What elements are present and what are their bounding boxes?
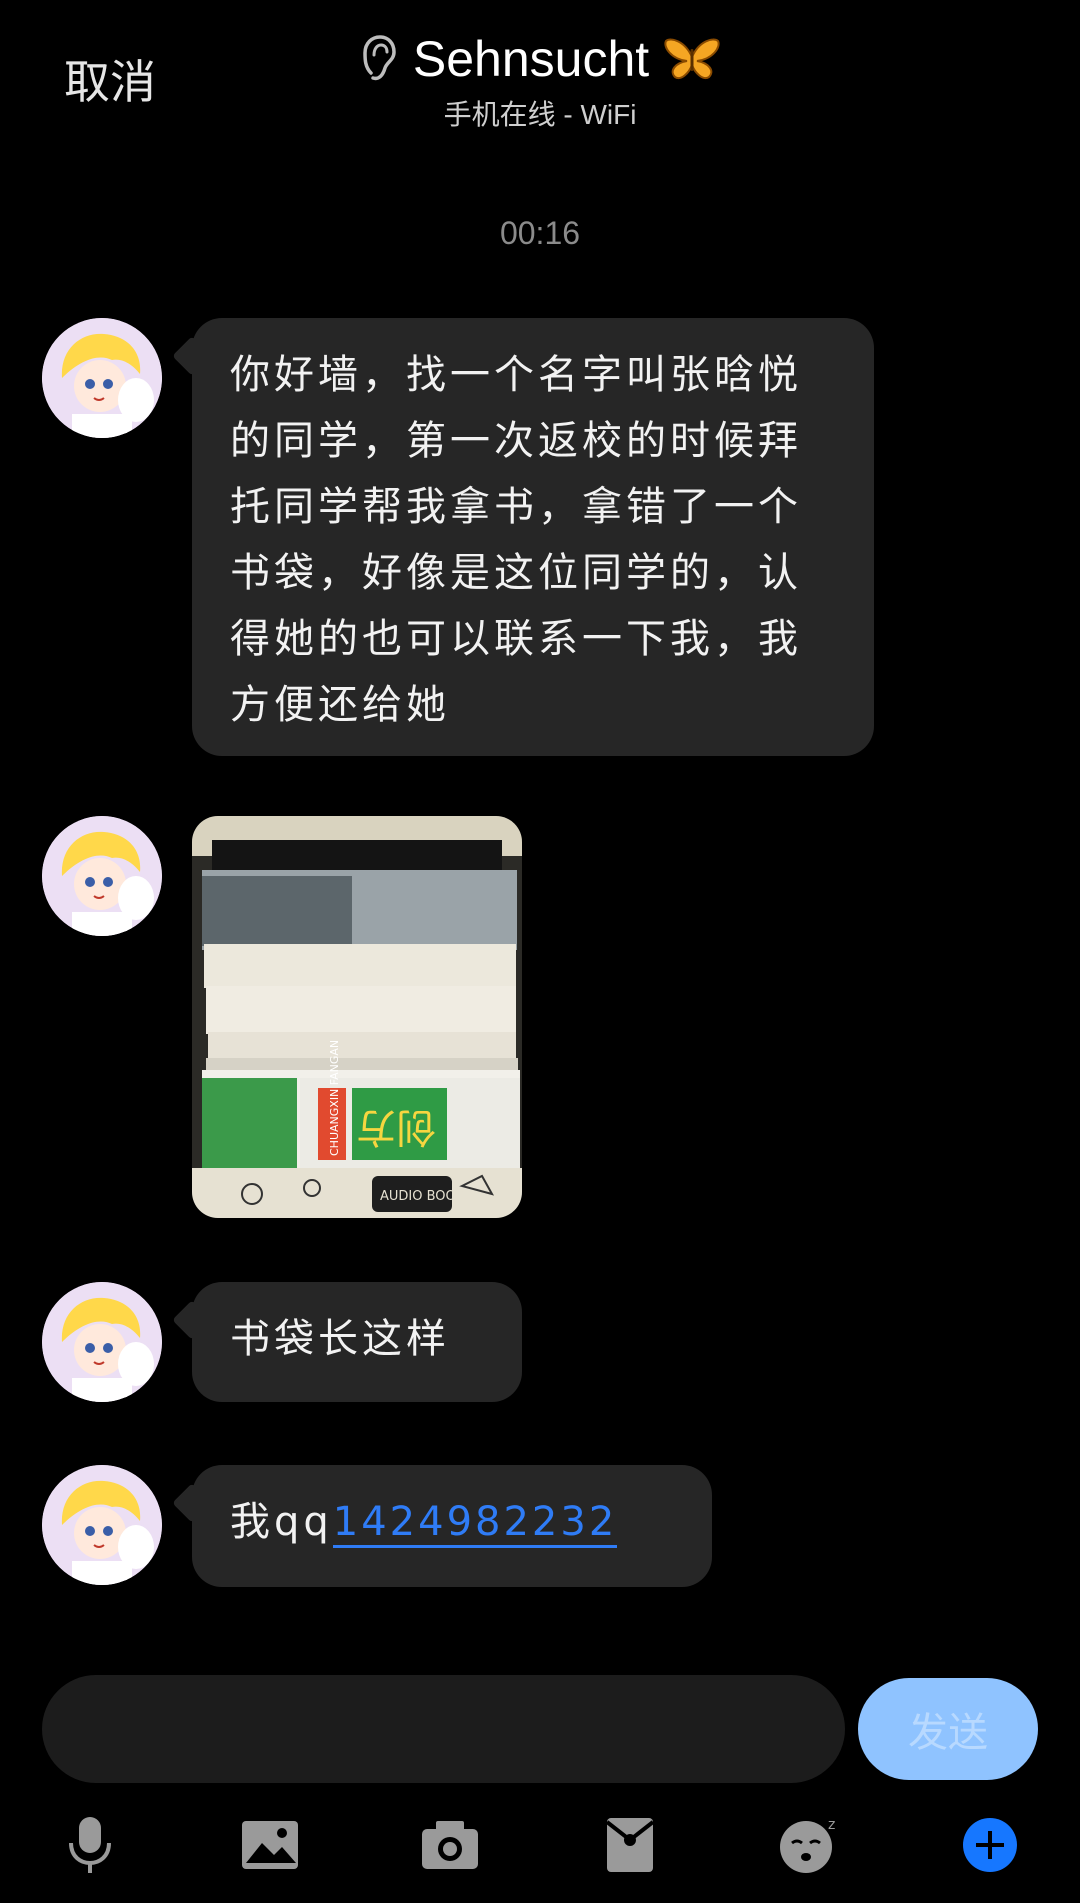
book-cover-text: 创方 — [356, 1104, 436, 1150]
contact-name: Sehnsucht — [412, 31, 650, 87]
avatar[interactable] — [42, 1465, 162, 1585]
red-packet-icon[interactable] — [590, 1805, 670, 1885]
message-timestamp: 00:16 — [499, 215, 581, 251]
chat-header: 取消 Sehnsucht 手机在线 - WiFi — [0, 0, 1080, 160]
microphone-icon[interactable] — [50, 1805, 130, 1885]
plus-icon[interactable] — [950, 1805, 1030, 1885]
online-status: 手机在线 - WiFi — [443, 99, 637, 130]
message-bubble[interactable]: 我qq1424982232 — [192, 1465, 712, 1587]
ear-icon[interactable] — [359, 33, 399, 85]
title-area: Sehnsucht 手机在线 - WiFi — [0, 30, 1080, 133]
avatar[interactable] — [42, 816, 162, 936]
message-bubble[interactable]: 你好墙，找一个名字叫张晗悦的同学，第一次返校的时候拜托同学帮我拿书，拿错了一个书… — [192, 318, 874, 756]
message-bubble[interactable]: 书袋长这样 — [192, 1282, 522, 1402]
avatar[interactable] — [42, 318, 162, 438]
bag-print-text: AUDIO BOOK — [380, 1189, 465, 1204]
svg-text:z: z — [828, 1817, 835, 1833]
book-bag-photo: 创方 CHUANGXIN FANGAN AUDIO BOOK — [192, 816, 522, 1218]
butterfly-icon — [664, 38, 720, 79]
image-icon[interactable] — [230, 1805, 310, 1885]
input-toolbar: z — [0, 1805, 1080, 1885]
send-button[interactable]: 发送 — [858, 1678, 1038, 1780]
book-spine-text: CHUANGXIN FANGAN — [328, 1040, 341, 1156]
message-input[interactable] — [42, 1675, 845, 1783]
avatar[interactable] — [42, 1282, 162, 1402]
camera-icon[interactable] — [410, 1805, 490, 1885]
qq-number-link[interactable]: 1424982232 — [332, 1499, 618, 1548]
qq-prefix: 我qq — [230, 1499, 333, 1545]
message-photo[interactable]: 创方 CHUANGXIN FANGAN AUDIO BOOK — [192, 816, 522, 1218]
emoji-icon[interactable]: z — [770, 1805, 850, 1885]
